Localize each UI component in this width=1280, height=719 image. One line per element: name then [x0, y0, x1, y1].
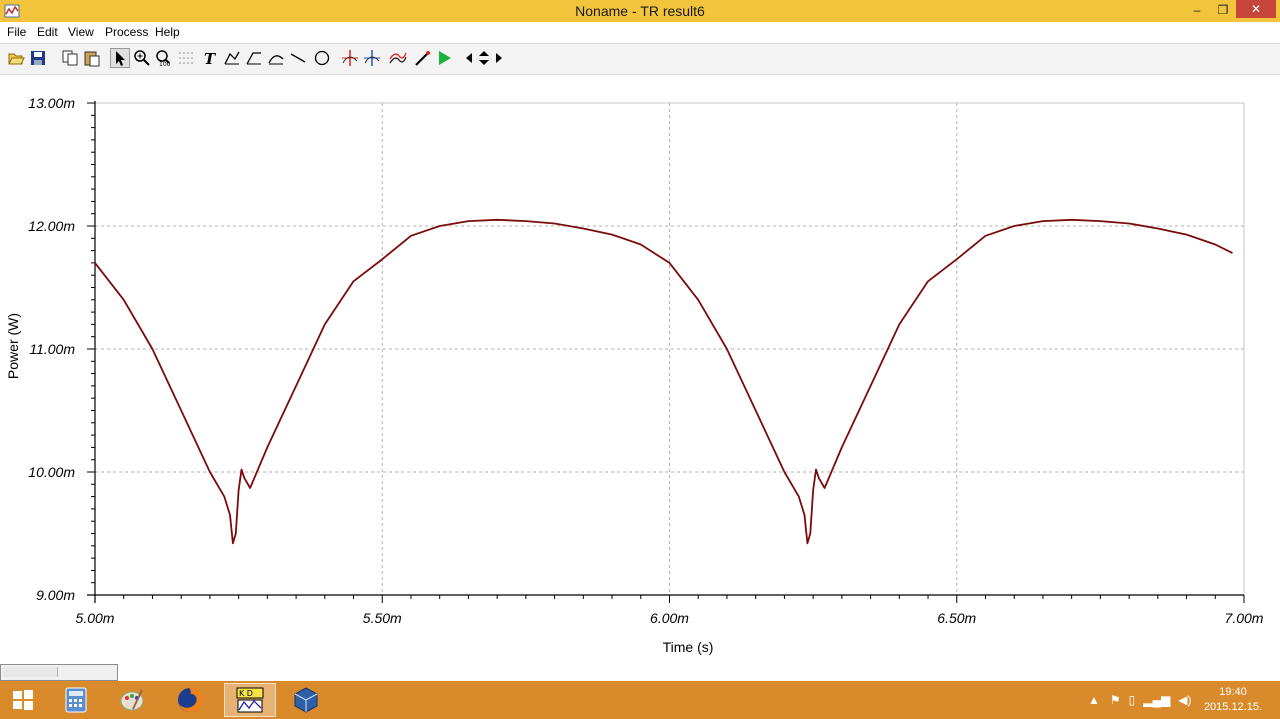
power-trace [94, 218, 1233, 545]
clock-time: 19:40 [1219, 686, 1247, 698]
text-icon[interactable]: T [200, 48, 220, 68]
curve-tool-icon[interactable] [222, 48, 242, 68]
save-icon[interactable] [28, 48, 48, 68]
copy-icon[interactable] [60, 48, 80, 68]
calculator-icon[interactable] [50, 683, 102, 717]
scrollbar-thumb[interactable] [3, 667, 58, 677]
curve-tool-2-icon[interactable] [244, 48, 264, 68]
pointer-icon[interactable] [110, 48, 130, 68]
svg-text:T: T [204, 50, 217, 67]
window-title: Noname - TR result6 [575, 3, 705, 19]
chart-tick-labels: 5.00m 5.50m 6.00m 6.50m 7.00m 13.00m 12.00m 11.… [28, 95, 1263, 626]
maximize-button[interactable]: ❐ [1210, 0, 1236, 20]
svg-text:K D: K D [239, 689, 253, 698]
start-icon[interactable] [0, 683, 46, 717]
circle-icon[interactable] [312, 48, 332, 68]
flag-icon[interactable]: ⚑ [1110, 693, 1121, 707]
chart-axes [87, 101, 1245, 603]
menu-file[interactable]: File [7, 25, 26, 39]
menu-process[interactable]: Process [105, 25, 148, 39]
minimize-button[interactable]: – [1184, 0, 1210, 20]
menu-bar: File Edit View Process Help [0, 22, 1280, 41]
chart-ticks [87, 102, 1245, 603]
battery-icon[interactable]: ▯ [1129, 693, 1136, 707]
x-tick-label: 5.50m [363, 610, 402, 626]
x-tick-label: 6.00m [650, 610, 689, 626]
y-axis-label: Power (W) [5, 313, 21, 379]
marker-icon[interactable] [412, 48, 432, 68]
y-tick-label: 9.00m [36, 587, 75, 603]
zoom-in-icon[interactable] [132, 48, 152, 68]
system-tray: ▲ ⚑ ▯ ▂▄▆ ◀) [1088, 681, 1191, 719]
horizontal-scrollbar[interactable] [0, 664, 118, 681]
volume-icon[interactable]: ◀) [1178, 693, 1191, 707]
virtualbox-icon[interactable] [280, 683, 332, 717]
power-chart[interactable]: 5.00m 5.50m 6.00m 6.50m 7.00m 13.00m 12.00m 11.… [0, 74, 1280, 664]
taskbar: K D ▲ ⚑ ▯ ▂▄▆ ◀) 19:40 2015.12.15. [0, 681, 1280, 719]
x-tick-label: 6.50m [937, 610, 976, 626]
curve-tool-3-icon[interactable] [266, 48, 286, 68]
run-icon[interactable] [434, 48, 454, 68]
x-axis-label: Time (s) [663, 639, 714, 655]
y-tick-label: 13.00m [28, 95, 75, 111]
scroll-vertical-icon[interactable] [476, 48, 492, 68]
show-hidden-icons-icon[interactable]: ▲ [1088, 693, 1100, 707]
line-icon[interactable] [288, 48, 308, 68]
cursor-b-icon[interactable] [362, 48, 382, 68]
open-icon[interactable] [6, 48, 26, 68]
paste-icon[interactable] [82, 48, 102, 68]
network-icon[interactable]: ▂▄▆ [1143, 693, 1170, 707]
scroll-left-icon[interactable] [462, 48, 476, 68]
close-button[interactable]: ✕ [1236, 0, 1276, 18]
x-tick-label: 5.00m [76, 610, 115, 626]
paint-icon[interactable] [106, 683, 158, 717]
title-bar: Noname - TR result6 – ❐ ✕ [0, 0, 1280, 22]
y-tick-label: 10.00m [28, 464, 75, 480]
grid-icon[interactable] [176, 48, 196, 68]
svg-text:100: 100 [159, 61, 171, 67]
cursor-a-icon[interactable] [340, 48, 360, 68]
menu-help[interactable]: Help [155, 25, 180, 39]
scroll-right-icon[interactable] [492, 48, 506, 68]
chart-grid [95, 103, 1244, 595]
zoom-100-icon[interactable]: 100 [154, 48, 174, 68]
toolbar: 100 T [0, 43, 1280, 75]
clock-date: 2015.12.15. [1203, 701, 1263, 713]
firefox-icon[interactable] [164, 683, 216, 717]
menu-edit[interactable]: Edit [37, 25, 58, 39]
tina-icon[interactable]: K D [224, 683, 276, 717]
y-tick-label: 11.00m [29, 341, 75, 357]
menu-view[interactable]: View [68, 25, 94, 39]
clock[interactable]: 19:40 2015.12.15. [1198, 685, 1268, 715]
x-tick-label: 7.00m [1225, 610, 1264, 626]
add-trace-icon[interactable] [388, 48, 408, 68]
chart-series [94, 218, 1233, 545]
y-tick-label: 12.00m [28, 218, 75, 234]
